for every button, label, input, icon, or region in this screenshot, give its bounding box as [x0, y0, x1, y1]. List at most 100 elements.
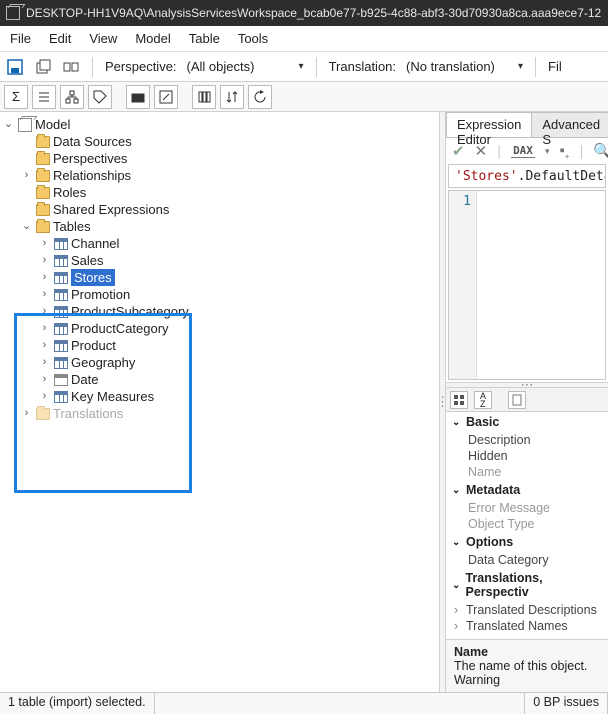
prop-description[interactable]: Description — [446, 432, 608, 448]
line-gutter: 1 — [449, 191, 477, 379]
script-icon[interactable]: ▪+ — [559, 142, 569, 161]
property-description: Name The name of this object. Warning — [446, 639, 608, 692]
table-icon — [54, 323, 68, 335]
perspective-combo[interactable]: (All objects) — [187, 59, 304, 74]
property-toolbar: AZ — [446, 388, 608, 412]
folder-icon — [36, 204, 50, 216]
status-selection: 1 table (import) selected. — [0, 693, 155, 714]
folder-icon — [36, 221, 50, 233]
separator — [535, 57, 536, 77]
tree-model[interactable]: ⌄Model — [2, 116, 439, 133]
right-panel: Expression Editor Advanced S ✔ ✕ | DAX ▾… — [446, 112, 608, 692]
list-button[interactable] — [32, 85, 56, 109]
status-bp-issues[interactable]: 0 BP issues — [525, 693, 608, 714]
table-icon — [54, 289, 68, 301]
folder-icon — [36, 187, 50, 199]
folder-icon — [36, 153, 50, 165]
expression-bar[interactable]: 'Stores'.DefaultDetail — [448, 164, 606, 188]
cat-translations[interactable]: ⌄Translations, Perspectiv — [446, 568, 608, 602]
toolbar-main: Perspective: (All objects) Translation: … — [0, 52, 608, 82]
menu-edit[interactable]: Edit — [49, 31, 71, 46]
chevron-down-icon[interactable]: ▾ — [545, 146, 550, 157]
workspace: ⌄Model ·Data Sources ·Perspectives ›Rela… — [0, 112, 608, 692]
tags-button[interactable] — [88, 85, 112, 109]
menu-table[interactable]: Table — [189, 31, 220, 46]
search-icon[interactable]: 🔍 — [593, 142, 608, 160]
dax-icon[interactable]: DAX — [511, 144, 535, 158]
tree-table-sales[interactable]: ›Sales — [38, 252, 439, 269]
prop-error-message[interactable]: Error Message — [446, 500, 608, 516]
deploy-icon[interactable] — [34, 58, 52, 76]
tree-folder-sharedexpr[interactable]: ·Shared Expressions — [20, 201, 439, 218]
folder-button[interactable] — [126, 85, 150, 109]
menu-view[interactable]: View — [89, 31, 117, 46]
separator — [316, 57, 317, 77]
table-icon — [54, 340, 68, 352]
tree-table-keymeasures[interactable]: ›Key Measures — [38, 388, 439, 405]
table-icon — [54, 391, 68, 403]
property-grid: ⌄Basic Description Hidden Name ⌄Metadata… — [446, 412, 608, 639]
separator — [92, 57, 93, 77]
tab-advanced-scripting[interactable]: Advanced S — [531, 112, 608, 137]
prop-data-category[interactable]: Data Category — [446, 552, 608, 568]
code-editor[interactable]: 1 — [448, 190, 606, 380]
prop-name[interactable]: Name — [446, 464, 608, 480]
menu-file[interactable]: File — [10, 31, 31, 46]
alphabetical-icon[interactable]: AZ — [474, 391, 492, 409]
tree-table-product[interactable]: ›Product — [38, 337, 439, 354]
expr-suffix: .DefaultDetail — [518, 169, 606, 184]
cat-options[interactable]: ⌄Options — [446, 532, 608, 552]
prop-translated-descriptions[interactable]: ›Translated Descriptions — [446, 602, 608, 618]
sort-button[interactable] — [220, 85, 244, 109]
tab-expression-editor[interactable]: Expression Editor — [446, 112, 532, 137]
cat-metadata[interactable]: ⌄Metadata — [446, 480, 608, 500]
perspective-label: Perspective: — [105, 59, 177, 74]
expr-string: 'Stores' — [455, 169, 518, 184]
tree-folder-tables[interactable]: ⌄Tables — [20, 218, 439, 235]
save-icon[interactable] — [6, 58, 24, 76]
menu-tools[interactable]: Tools — [238, 31, 268, 46]
table-icon — [54, 306, 68, 318]
translation-label: Translation: — [329, 59, 396, 74]
connect-icon[interactable] — [62, 58, 80, 76]
menu-model[interactable]: Model — [135, 31, 170, 46]
table-icon — [54, 255, 68, 267]
accept-icon[interactable]: ✔ — [452, 142, 465, 160]
date-icon — [54, 374, 68, 386]
tree-panel: ⌄Model ·Data Sources ·Perspectives ›Rela… — [0, 112, 440, 692]
model-icon — [18, 118, 32, 132]
prop-object-type[interactable]: Object Type — [446, 516, 608, 532]
tree-table-productsubcategory[interactable]: ›ProductSubcategory — [38, 303, 439, 320]
folder-icon — [36, 170, 50, 182]
cancel-icon[interactable]: ✕ — [475, 142, 488, 160]
prop-hidden[interactable]: Hidden — [446, 448, 608, 464]
tree-folder-translations[interactable]: ›Translations — [20, 405, 439, 422]
tree-table-channel[interactable]: ›Channel — [38, 235, 439, 252]
table-icon — [54, 357, 68, 369]
columns-button[interactable] — [192, 85, 216, 109]
property-page-icon[interactable] — [508, 391, 526, 409]
tree-table-stores[interactable]: ›Stores — [38, 269, 439, 286]
tree-folder-datasources[interactable]: ·Data Sources — [20, 133, 439, 150]
edit-button[interactable] — [154, 85, 178, 109]
tree-folder-perspectives[interactable]: ·Perspectives — [20, 150, 439, 167]
tree-table-productcategory[interactable]: ›ProductCategory — [38, 320, 439, 337]
menu-bar: File Edit View Model Table Tools — [0, 26, 608, 52]
hierarchy-button[interactable] — [60, 85, 84, 109]
tree-table-date[interactable]: ›Date — [38, 371, 439, 388]
refresh-button[interactable] — [248, 85, 272, 109]
categorized-icon[interactable] — [450, 391, 468, 409]
filter-label: Fil — [548, 59, 562, 74]
tree-folder-relationships[interactable]: ›Relationships — [20, 167, 439, 184]
tree-table-promotion[interactable]: ›Promotion — [38, 286, 439, 303]
translation-combo[interactable]: (No translation) — [406, 59, 523, 74]
table-icon — [54, 238, 68, 250]
tree-table-geography[interactable]: ›Geography — [38, 354, 439, 371]
toolbar-view: Σ — [0, 82, 608, 112]
table-icon — [54, 272, 68, 284]
prop-translated-names[interactable]: ›Translated Names — [446, 618, 608, 634]
tree-folder-roles[interactable]: ·Roles — [20, 184, 439, 201]
cat-basic[interactable]: ⌄Basic — [446, 412, 608, 432]
sigma-button[interactable]: Σ — [4, 85, 28, 109]
folder-icon — [36, 408, 50, 420]
